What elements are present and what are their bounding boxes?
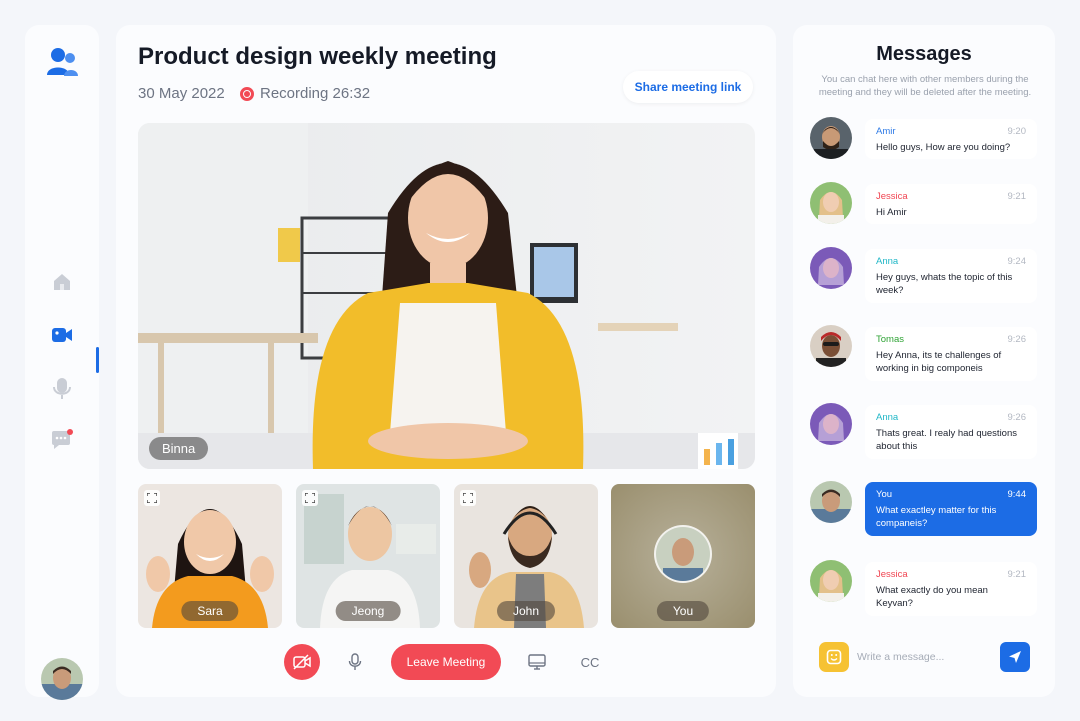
home-icon: [54, 274, 70, 290]
message-input[interactable]: [857, 647, 987, 667]
avatar: [810, 117, 852, 159]
message-time: 9:21: [1007, 191, 1027, 202]
recording-timer: Recording 26:32: [260, 85, 371, 102]
message-text: What exactly do you mean Keyvan?: [876, 585, 988, 609]
emoji-button[interactable]: [819, 642, 849, 672]
expand-icon[interactable]: [302, 490, 318, 506]
message-time: 9:24: [1007, 256, 1027, 267]
message-sender: Amir: [876, 126, 896, 137]
meeting-area: Product design weekly meeting 30 May 202…: [116, 25, 776, 697]
avatar: [810, 325, 852, 367]
meeting-date: 30 May 2022: [138, 85, 225, 102]
message-composer: [809, 639, 1039, 675]
message-sender: Jessica: [876, 191, 908, 202]
participant-name: You: [656, 601, 710, 621]
participant-tile-self[interactable]: You: [611, 484, 755, 628]
participant-tile[interactable]: Jeong: [296, 484, 440, 628]
message-sender: You: [876, 489, 893, 500]
microphone-icon: [53, 378, 71, 399]
participant-tile[interactable]: John: [454, 484, 598, 628]
message-text: What exactley matter for this companeis?: [876, 505, 997, 529]
message-text: Hello guys, How are you doing?: [876, 142, 1011, 153]
monitor-icon: [528, 654, 546, 670]
message-text: Hey guys, whats the topic of this week?: [876, 272, 1013, 296]
message-time: 9:26: [1007, 334, 1027, 345]
message-bubble-own: You 9:44 What exactley matter for this co…: [865, 482, 1037, 536]
microphone-icon: [348, 653, 362, 670]
user-avatar[interactable]: [41, 658, 83, 700]
message-time: 9:20: [1007, 126, 1027, 137]
recording-status: Recording 26:32: [240, 85, 370, 102]
emoji-icon: [826, 649, 842, 665]
avatar: [810, 403, 852, 445]
message-sender: Anna: [876, 256, 899, 267]
message-sender: Anna: [876, 412, 899, 423]
messages-panel: Messages You can chat here with other me…: [793, 25, 1055, 697]
users-logo-icon: [45, 45, 79, 79]
avatar: [810, 481, 852, 523]
share-screen-button[interactable]: [519, 644, 555, 680]
sidebar-item-home[interactable]: [49, 269, 75, 295]
message-time: 9:26: [1007, 412, 1027, 423]
camera-off-icon: [293, 654, 311, 670]
messages-title: Messages: [876, 43, 972, 65]
message-bubble: Amir 9:20 Hello guys, How are you doing?: [865, 119, 1037, 159]
active-indicator: [96, 347, 99, 373]
send-icon: [1009, 651, 1021, 663]
message-bubble: Jessica 9:21 What exactly do you mean Key…: [865, 562, 1037, 616]
avatar: [810, 247, 852, 289]
avatar: [810, 182, 852, 224]
participant-tile[interactable]: Sara: [138, 484, 282, 628]
message-text: Thats great. I realy had questions about…: [876, 428, 1017, 452]
participant-name: Sara: [181, 601, 239, 621]
camera-toggle-button[interactable]: [284, 644, 320, 680]
message-bubble: Tomas 9:26 Hey Anna, its te challenges of…: [865, 327, 1037, 381]
call-controls: Leave Meeting CC: [116, 644, 776, 684]
message-bubble: Anna 9:26 Thats great. I realy had questi…: [865, 405, 1037, 459]
leave-meeting-button[interactable]: Leave Meeting: [391, 644, 501, 680]
message-sender: Tomas: [876, 334, 904, 345]
main-speaker-video[interactable]: Binna: [138, 123, 755, 469]
message-sender: Jessica: [876, 569, 908, 580]
sidebar-item-chat[interactable]: [49, 427, 75, 453]
video-camera-icon: [52, 328, 72, 342]
expand-icon[interactable]: [144, 490, 160, 506]
notification-badge: [67, 429, 73, 435]
page-title: Product design weekly meeting: [138, 43, 497, 70]
messages-subtitle: You can chat here with other members dur…: [818, 74, 1032, 98]
participant-name: John: [496, 601, 556, 621]
sidebar-item-meetings[interactable]: [49, 322, 75, 348]
speaker-video-frame: [138, 123, 755, 469]
message-text: Hi Amir: [876, 207, 907, 218]
expand-icon[interactable]: [460, 490, 476, 506]
record-icon: [240, 86, 254, 101]
closed-captions-button[interactable]: CC: [572, 644, 608, 680]
chat-icon: [52, 429, 73, 449]
share-meeting-link-button[interactable]: Share meeting link: [623, 71, 753, 103]
microphone-toggle-button[interactable]: [337, 644, 373, 680]
sidebar: [25, 25, 99, 700]
participant-name: Jeong: [335, 601, 401, 621]
message-bubble: Jessica 9:21 Hi Amir: [865, 184, 1037, 224]
avatar: [810, 560, 852, 602]
speaker-name-tag: Binna: [149, 437, 209, 460]
message-time: 9:21: [1007, 569, 1027, 580]
message-bubble: Anna 9:24 Hey guys, whats the topic of th…: [865, 249, 1037, 303]
message-text: Hey Anna, its te challenges of working i…: [876, 350, 1002, 374]
sidebar-item-audio[interactable]: [49, 375, 75, 401]
message-time: 9:44: [1007, 489, 1027, 500]
send-button[interactable]: [1000, 642, 1030, 672]
